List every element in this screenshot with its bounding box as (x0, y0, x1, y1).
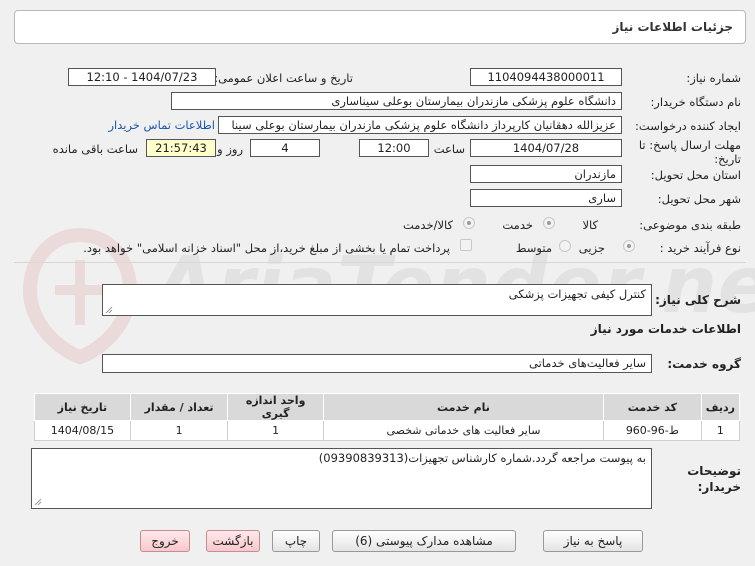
category-option-goods-label: کالا (582, 218, 598, 232)
notes-resize-handle-icon[interactable] (34, 498, 42, 506)
deadline-date-field: 1404/07/28 (470, 139, 622, 157)
category-option-service-label: خدمت (502, 218, 533, 232)
table-row[interactable]: 1404/08/15 1 1 سایر فعالیت های خدماتی شخ… (34, 420, 741, 441)
province-field: مازندران (470, 165, 622, 183)
header-panel: جزئیات اطلاعات نیاز (14, 10, 746, 44)
process-option-minor-label: جزیی (578, 241, 605, 255)
hour-label: ساعت (433, 142, 465, 156)
divider (14, 262, 746, 263)
province-label: استان محل تحویل: (650, 168, 741, 182)
days-remaining-field: 4 (250, 139, 320, 157)
category-option-goods-radio[interactable] (543, 217, 555, 229)
attachments-button[interactable]: مشاهده مدارک پیوستی (6) (332, 530, 516, 552)
print-button[interactable]: چاپ (272, 530, 320, 552)
cell-quantity: 1 (129, 420, 229, 441)
need-number-field: 1104094438000011 (470, 68, 622, 86)
announce-datetime-field: 1404/07/23 - 12:10 (68, 68, 216, 86)
requester-field: عزیزالله دهقانیان کارپرداز دانشگاه علوم … (218, 116, 622, 134)
cell-row: 1 (700, 420, 741, 441)
announce-label: تاریخ و ساعت اعلان عمومی: (214, 71, 353, 85)
buyer-org-label: نام دستگاه خریدار: (650, 95, 741, 109)
reply-button[interactable]: پاسخ به نیاز (543, 530, 643, 552)
summary-label: شرح کلی نیاز: (655, 293, 741, 307)
summary-field: کنترل کیفی تجهیزات پزشکی (102, 284, 652, 316)
process-option-minor-radio[interactable] (623, 240, 635, 252)
days-label: روز و (217, 142, 243, 156)
category-label: طبقه بندی موضوعی: (639, 218, 741, 232)
treasury-payment-note: پرداخت تمام یا بخشی از مبلغ خرید،از محل … (83, 241, 450, 255)
cell-service-code: ط-96-960 (603, 420, 702, 441)
services-table: تاریخ نیاز تعداد / مقدار واحد اندازه گیر… (34, 393, 741, 441)
cell-need-date: 1404/08/15 (34, 420, 131, 441)
services-heading: اطلاعات خدمات مورد نیاز (590, 322, 741, 336)
city-label: شهر محل تحویل: (657, 192, 741, 206)
cell-service-name: سایر فعالیت های خدماتی شخصی (322, 420, 605, 441)
deadline-hour-field: 12:00 (359, 139, 429, 157)
column-header-unit: واحد اندازه گیری (227, 393, 324, 421)
column-header-need-date: تاریخ نیاز (34, 393, 131, 421)
buyer-org-field: دانشگاه علوم پزشکی مازندران بیمارستان بو… (171, 92, 622, 110)
back-button[interactable]: بازگشت (206, 530, 260, 552)
remaining-label: ساعت باقی مانده (52, 142, 138, 156)
buyer-notes-label: توضیحات خریدار: (687, 464, 741, 494)
cell-unit: 1 (227, 420, 324, 441)
column-header-service-code: کد خدمت (603, 393, 702, 421)
category-option-service-radio[interactable] (463, 217, 475, 229)
contact-info-link[interactable]: اطلاعات تماس خریدار (108, 118, 215, 132)
need-number-label: شماره نیاز: (686, 71, 741, 85)
service-group-field: سایر فعالیت‌های خدماتی (102, 354, 652, 373)
page-title: جزئیات اطلاعات نیاز (612, 20, 733, 34)
deadline-label: مهلت ارسال پاسخ: تا تاریخ: (638, 138, 741, 166)
process-option-medium-label: متوسط (515, 241, 552, 255)
exit-button[interactable]: خروج (140, 530, 190, 552)
table-header-row: تاریخ نیاز تعداد / مقدار واحد اندازه گیر… (34, 393, 741, 421)
category-option-both-label: کالا/خدمت (402, 218, 453, 232)
buyer-notes-field: به پیوست مراجعه گردد.شماره کارشناس تجهیز… (31, 448, 652, 509)
column-header-row: ردیف (700, 393, 741, 421)
column-header-quantity: تعداد / مقدار (129, 393, 229, 421)
treasury-payment-checkbox[interactable] (460, 239, 472, 251)
process-type-label: نوع فرآیند خرید : (659, 241, 741, 255)
remaining-time-field: 21:57:43 (146, 139, 216, 157)
requester-label: ایجاد کننده درخواست: (635, 119, 741, 133)
resize-handle-icon[interactable] (105, 306, 113, 314)
service-group-label: گروه خدمت: (667, 357, 741, 371)
column-header-service-name: نام خدمت (322, 393, 605, 421)
process-option-medium-radio[interactable] (559, 240, 571, 252)
city-field: ساری (470, 189, 622, 207)
